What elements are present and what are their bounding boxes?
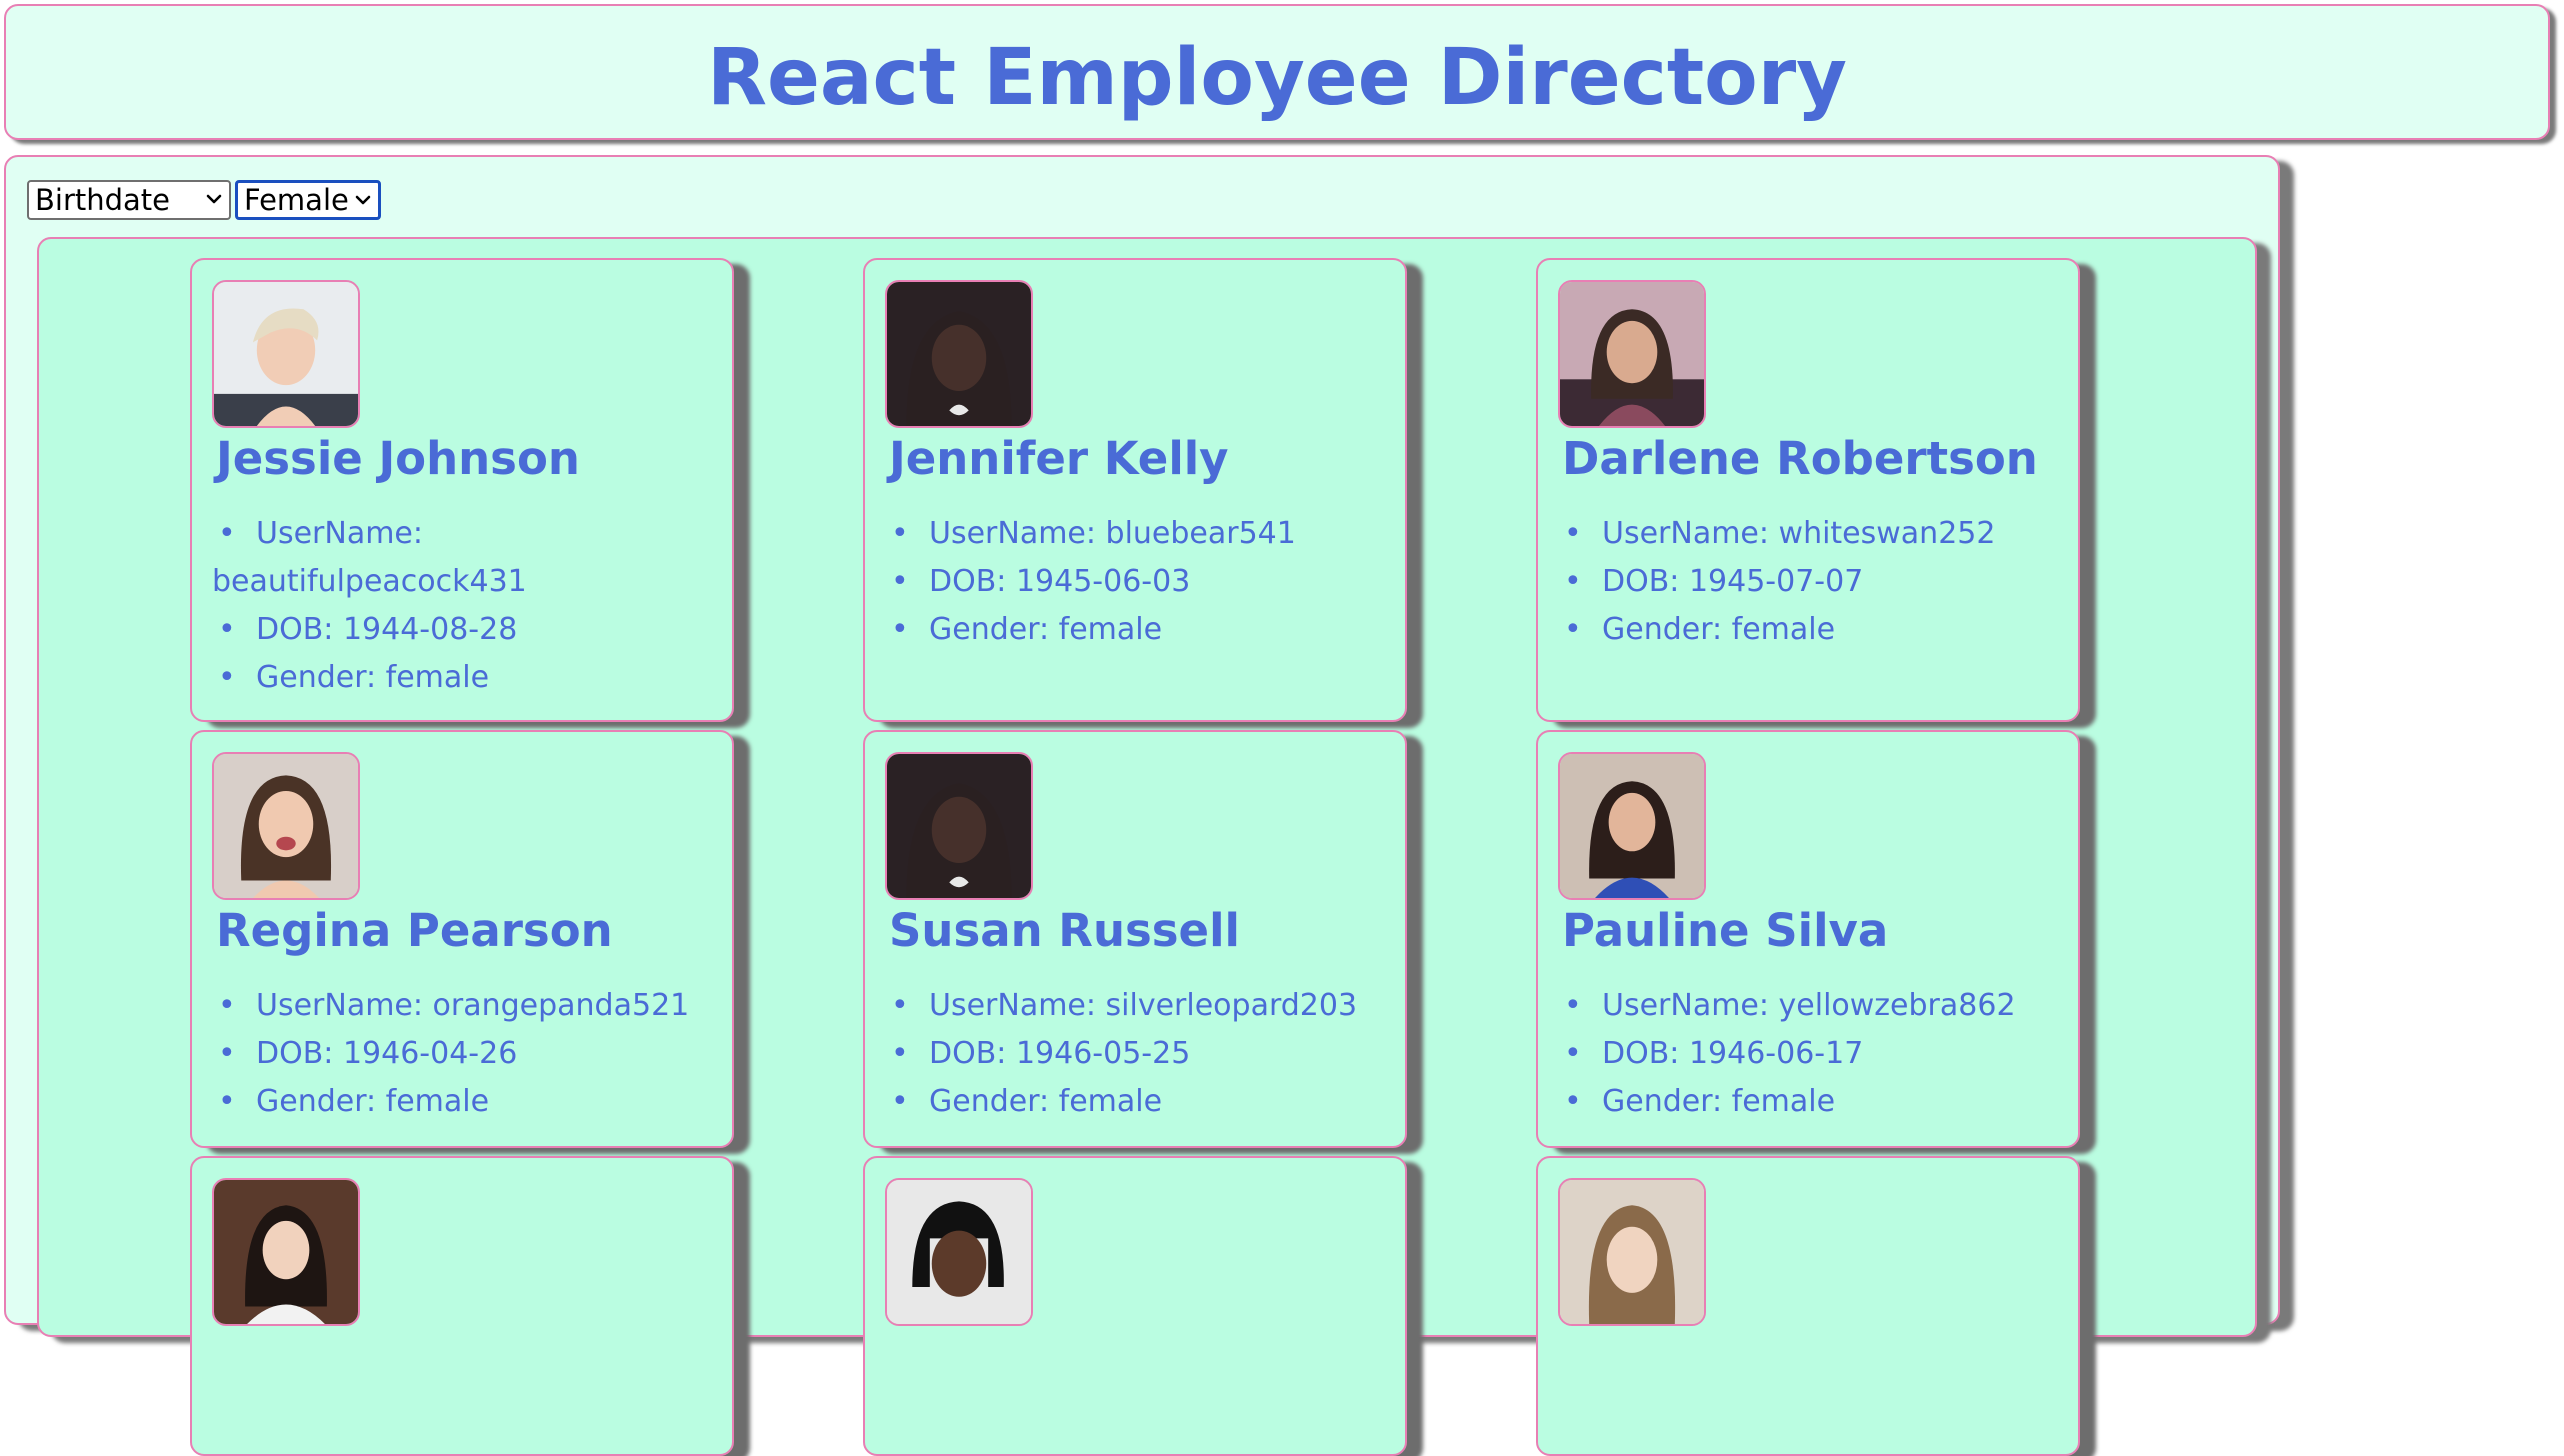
employee-avatar — [885, 280, 1033, 428]
employee-username: UserName: whiteswan252 — [1558, 510, 2058, 558]
employee-details: UserName: orangepanda521 DOB: 1946-04-26… — [212, 982, 712, 1126]
employee-card: Regina Pearson UserName: orangepanda521 … — [190, 730, 734, 1148]
employee-avatar — [212, 280, 360, 428]
page-title: React Employee Directory — [706, 33, 1848, 123]
employee-details: UserName: whiteswan252 DOB: 1945-07-07 G… — [1558, 510, 2058, 654]
employee-username: UserName: yellowzebra862 — [1558, 982, 2058, 1030]
employee-dob: DOB: 1946-06-17 — [1558, 1030, 2058, 1078]
directory-panel: Birthdate Female Jessie Johnson UserName… — [4, 155, 2280, 1456]
employee-avatar — [212, 1178, 360, 1326]
sort-select[interactable]: Birthdate — [27, 180, 231, 220]
employee-details: UserName: bluebear541 DOB: 1945-06-03 Ge… — [885, 510, 1385, 654]
employee-gender: Gender: female — [212, 654, 712, 702]
employee-dob: DOB: 1945-06-03 — [885, 558, 1385, 606]
employee-name: Pauline Silva — [1562, 904, 1889, 957]
employee-name: Jessie Johnson — [216, 432, 580, 485]
employee-details: UserName: silverleopard203 DOB: 1946-05-… — [885, 982, 1385, 1126]
employee-grid: Jessie Johnson UserName: beautifulpeacoc… — [37, 237, 2257, 1456]
employee-username: UserName: silverleopard203 — [885, 982, 1385, 1030]
employee-name: Susan Russell — [889, 904, 1240, 957]
employee-dob: DOB: 1944-08-28 — [212, 606, 712, 654]
employee-avatar — [885, 752, 1033, 900]
employee-username: UserName: bluebear541 — [885, 510, 1385, 558]
filter-controls: Birthdate Female — [27, 180, 381, 220]
employee-card: Pauline Silva UserName: yellowzebra862 D… — [1536, 730, 2080, 1148]
employee-card: Susan Russell UserName: silverleopard203… — [863, 730, 1407, 1148]
employee-name: Jennifer Kelly — [889, 432, 1229, 485]
chevron-down-icon — [205, 190, 223, 208]
employee-gender: Gender: female — [212, 1078, 712, 1126]
employee-gender: Gender: female — [1558, 606, 2058, 654]
employee-details: UserName: yellowzebra862 DOB: 1946-06-17… — [1558, 982, 2058, 1126]
app-header: React Employee Directory — [4, 4, 2550, 140]
employee-name: Regina Pearson — [216, 904, 613, 957]
employee-dob: DOB: 1946-05-25 — [885, 1030, 1385, 1078]
employee-avatar — [1558, 280, 1706, 428]
employee-card — [1536, 1156, 2080, 1456]
employee-username: UserName: orangepanda521 — [212, 982, 712, 1030]
employee-avatar — [1558, 752, 1706, 900]
employee-card: Jennifer Kelly UserName: bluebear541 DOB… — [863, 258, 1407, 722]
employee-gender: Gender: female — [885, 606, 1385, 654]
gender-filter-select[interactable]: Female — [235, 180, 381, 220]
employee-avatar — [212, 752, 360, 900]
employee-avatar — [1558, 1178, 1706, 1326]
employee-card: Jessie Johnson UserName: beautifulpeacoc… — [190, 258, 734, 722]
employee-card — [863, 1156, 1407, 1456]
employee-dob: DOB: 1946-04-26 — [212, 1030, 712, 1078]
employee-username: UserName: beautifulpeacock431 — [212, 510, 712, 606]
employee-card: Darlene Robertson UserName: whiteswan252… — [1536, 258, 2080, 722]
employee-card — [190, 1156, 734, 1456]
employee-name: Darlene Robertson — [1562, 432, 2038, 485]
employee-gender: Gender: female — [1558, 1078, 2058, 1126]
employee-gender: Gender: female — [885, 1078, 1385, 1126]
sort-select-value: Birthdate — [35, 183, 171, 217]
employee-details: UserName: beautifulpeacock431 DOB: 1944-… — [212, 510, 712, 702]
gender-select-value: Female — [244, 183, 349, 217]
employee-dob: DOB: 1945-07-07 — [1558, 558, 2058, 606]
employee-avatar — [885, 1178, 1033, 1326]
chevron-down-icon — [354, 191, 372, 209]
